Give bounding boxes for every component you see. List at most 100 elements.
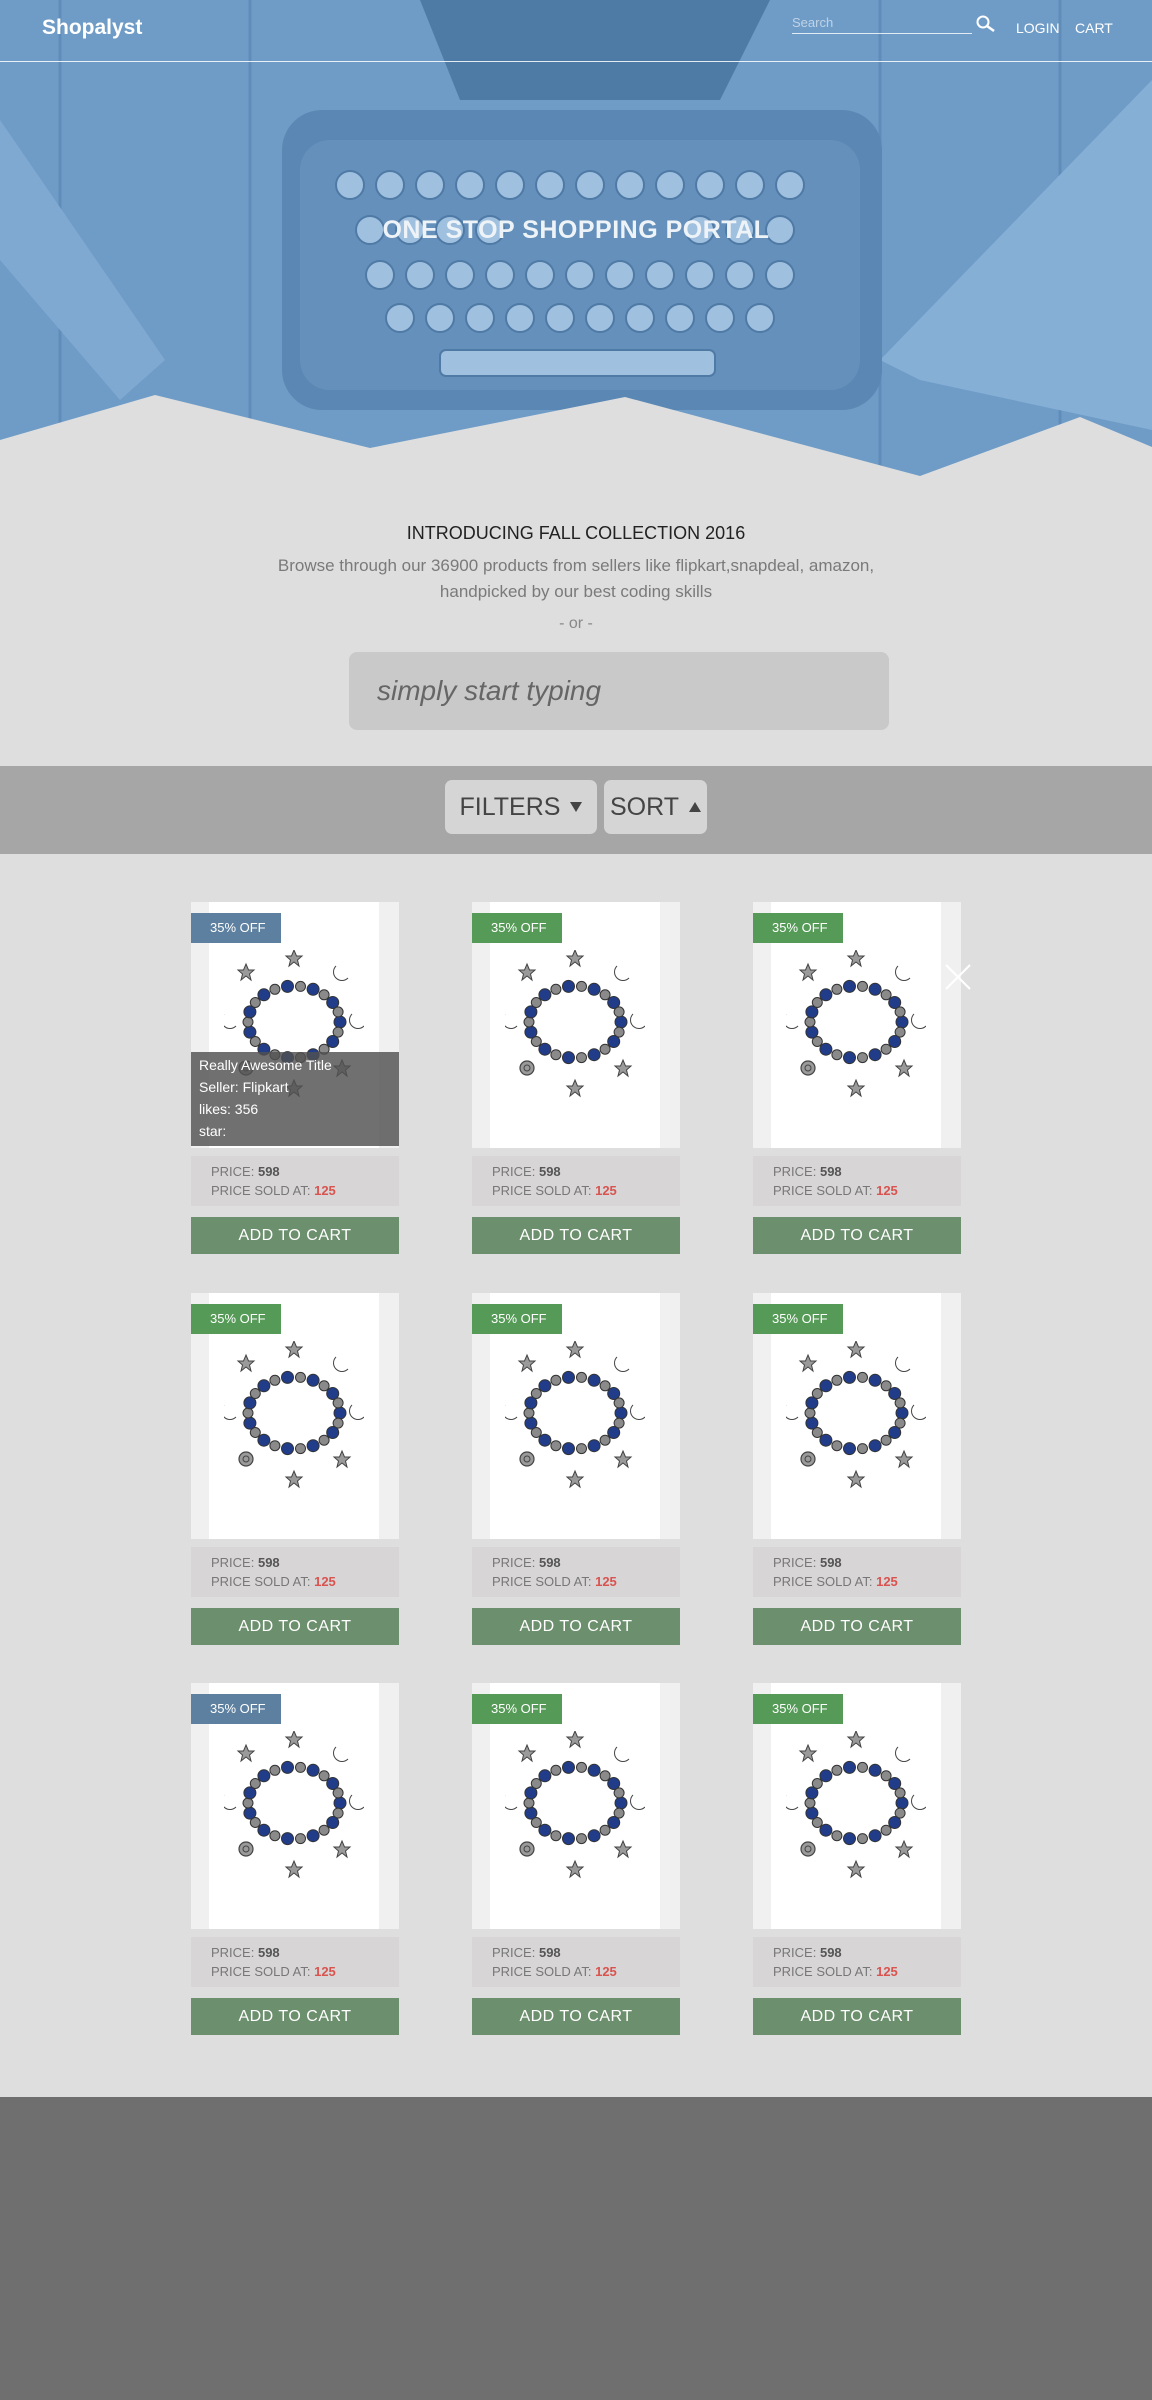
close-icon[interactable]: [944, 963, 972, 991]
sold-value: 125: [595, 1574, 617, 1589]
bracelet-image: [505, 1341, 645, 1489]
price-row: PRICE: 598: [211, 1553, 379, 1572]
caret-up-icon: [689, 802, 701, 812]
hero-title: ONE STOP SHOPPING PORTAL: [382, 216, 770, 244]
price-label: PRICE:: [211, 1164, 255, 1179]
sort-button[interactable]: SORT: [604, 780, 707, 834]
bracelet-image: [505, 1731, 645, 1879]
product-image-area[interactable]: 35% OFF: [753, 902, 961, 1148]
price-row: PRICE: 598: [773, 1943, 941, 1962]
price-label: PRICE:: [492, 1164, 536, 1179]
sold-value: 125: [876, 1183, 898, 1198]
price-label: PRICE:: [211, 1945, 255, 1960]
login-link[interactable]: LOGIN: [1016, 20, 1060, 36]
product-card[interactable]: 35% OFF PRICE: 598 PRICE SOLD AT: 125 ADD T…: [472, 1683, 680, 2035]
price-value: 598: [819, 1555, 842, 1570]
filters-button-label: FILTERS: [459, 792, 561, 821]
sold-row: PRICE SOLD AT: 125: [773, 1572, 941, 1591]
bracelet-image: [505, 950, 645, 1098]
sold-value: 125: [595, 1183, 617, 1198]
sold-label: PRICE SOLD AT:: [773, 1574, 873, 1589]
sold-label: PRICE SOLD AT:: [211, 1183, 311, 1198]
collection-description: Browse through our 36900 products from s…: [277, 556, 875, 601]
search-icon[interactable]: [975, 14, 997, 36]
discount-badge: 35% OFF: [753, 1304, 843, 1334]
price-box: PRICE: 598 PRICE SOLD AT: 125: [753, 1547, 961, 1597]
add-to-cart-button[interactable]: ADD TO CART: [753, 1217, 961, 1254]
price-box: PRICE: 598 PRICE SOLD AT: 125: [191, 1547, 399, 1597]
add-to-cart-button[interactable]: ADD TO CART: [472, 1217, 680, 1254]
hover-star: star:: [199, 1123, 227, 1139]
or-separator: - or -: [559, 615, 593, 632]
sold-label: PRICE SOLD AT:: [211, 1574, 311, 1589]
product-search-input[interactable]: [349, 652, 889, 730]
product-card[interactable]: 35% OFF PRICE: 598 PRICE SOLD AT: 125 ADD T…: [472, 902, 680, 1254]
discount-badge: 35% OFF: [472, 1694, 562, 1724]
add-to-cart-button[interactable]: ADD TO CART: [753, 1998, 961, 2035]
bracelet-image: [786, 950, 926, 1098]
page-footer: [0, 2097, 1152, 2400]
product-image-area[interactable]: 35% OFF: [472, 902, 680, 1148]
product-card[interactable]: 35% OFF PRICE: 598 PRICE SOLD AT: 125 ADD T…: [472, 1293, 680, 1645]
sold-row: PRICE SOLD AT: 125: [492, 1572, 660, 1591]
filter-sort-bar: FILTERS SORT: [0, 766, 1152, 854]
nav-search-input[interactable]: [792, 12, 972, 34]
price-row: PRICE: 598: [211, 1162, 379, 1181]
add-to-cart-button[interactable]: ADD TO CART: [472, 1608, 680, 1645]
price-label: PRICE:: [492, 1555, 536, 1570]
product-image-area[interactable]: 35% OFF: [472, 1293, 680, 1539]
product-image-area[interactable]: 35% OFF: [753, 1683, 961, 1929]
price-value: 598: [819, 1945, 842, 1960]
discount-badge: 35% OFF: [191, 1694, 281, 1724]
sold-value: 125: [314, 1183, 336, 1198]
sold-label: PRICE SOLD AT:: [773, 1183, 873, 1198]
price-value: 598: [257, 1164, 280, 1179]
discount-badge: 35% OFF: [472, 1304, 562, 1334]
caret-down-icon: [570, 802, 583, 812]
sold-label: PRICE SOLD AT:: [773, 1964, 873, 1979]
price-value: 598: [257, 1555, 280, 1570]
product-card[interactable]: 35% OFF PRICE: 598 PRICE SOLD AT: 125 ADD T…: [753, 1293, 961, 1645]
sold-row: PRICE SOLD AT: 125: [492, 1962, 660, 1981]
brand-logo[interactable]: Shopalyst: [42, 16, 142, 40]
add-to-cart-button[interactable]: ADD TO CART: [191, 1998, 399, 2035]
discount-badge: 35% OFF: [753, 1694, 843, 1724]
bracelet-image: [224, 1731, 364, 1879]
product-image-area[interactable]: 35% OFF: [191, 1293, 399, 1539]
discount-badge: 35% OFF: [191, 913, 281, 943]
product-card[interactable]: 35% OFF PRICE: 598 PRICE SOLD AT: 125 ADD T…: [753, 902, 961, 1254]
product-card[interactable]: 35% OFF PRICE: 598 PRICE SOLD AT: 125 ADD T…: [191, 1683, 399, 2035]
bracelet-image: [224, 1341, 364, 1489]
sold-value: 125: [876, 1574, 898, 1589]
add-to-cart-button[interactable]: ADD TO CART: [753, 1608, 961, 1645]
product-card[interactable]: 35% OFF Really Awesome Title Seller: Flipk…: [191, 902, 399, 1254]
hero-banner: Shopalyst LOGIN CART ONE STOP SHOPPING P…: [0, 0, 1152, 480]
price-box: PRICE: 598 PRICE SOLD AT: 125: [753, 1937, 961, 1987]
price-box: PRICE: 598 PRICE SOLD AT: 125: [753, 1156, 961, 1206]
filters-button[interactable]: FILTERS: [445, 780, 597, 834]
cart-link[interactable]: CART: [1075, 20, 1113, 36]
sold-row: PRICE SOLD AT: 125: [773, 1181, 941, 1200]
add-to-cart-button[interactable]: ADD TO CART: [472, 1998, 680, 2035]
sold-label: PRICE SOLD AT:: [492, 1964, 592, 1979]
hover-likes: likes: 356: [199, 1101, 259, 1117]
price-box: PRICE: 598 PRICE SOLD AT: 125: [191, 1156, 399, 1206]
add-to-cart-button[interactable]: ADD TO CART: [191, 1608, 399, 1645]
sold-value: 125: [314, 1574, 336, 1589]
product-card[interactable]: 35% OFF PRICE: 598 PRICE SOLD AT: 125 ADD T…: [191, 1293, 399, 1645]
price-row: PRICE: 598: [492, 1943, 660, 1962]
product-image-area[interactable]: 35% OFF Really Awesome Title Seller: Flipk…: [191, 902, 399, 1148]
product-image-area[interactable]: 35% OFF: [472, 1683, 680, 1929]
product-card[interactable]: 35% OFF PRICE: 598 PRICE SOLD AT: 125 ADD T…: [753, 1683, 961, 2035]
price-value: 598: [538, 1164, 561, 1179]
price-value: 598: [257, 1945, 280, 1960]
add-to-cart-button[interactable]: ADD TO CART: [191, 1217, 399, 1254]
product-image-area[interactable]: 35% OFF: [753, 1293, 961, 1539]
price-row: PRICE: 598: [492, 1162, 660, 1181]
product-image-area[interactable]: 35% OFF: [191, 1683, 399, 1929]
discount-badge: 35% OFF: [753, 913, 843, 943]
collection-heading: INTRODUCING FALL COLLECTION 2016: [406, 523, 746, 543]
price-row: PRICE: 598: [773, 1553, 941, 1572]
price-label: PRICE:: [773, 1555, 817, 1570]
hover-title: Really Awesome Title: [199, 1057, 332, 1073]
